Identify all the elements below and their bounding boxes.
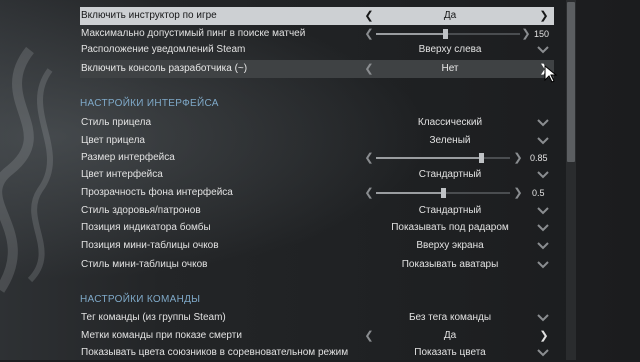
row-ally-colors[interactable]: Показывать цвета союзников в соревновате… xyxy=(80,344,554,362)
row-label: Стиль здоровья/патронов xyxy=(81,205,201,216)
scrollbar-thumb[interactable] xyxy=(567,2,575,162)
row-hud-scale[interactable]: Размер интерфейса ❮ ❯ 0.85 xyxy=(80,149,554,167)
chevron-down-icon[interactable] xyxy=(537,261,549,269)
row-value: Да xyxy=(443,10,457,21)
row-value: Классический xyxy=(417,117,483,128)
row-label: Показывать цвета союзников в соревновате… xyxy=(81,347,349,358)
row-label: Стиль мини-таблицы очков xyxy=(81,259,208,270)
row-label: Стиль прицела xyxy=(81,117,152,128)
row-value: Стандартный xyxy=(418,169,482,180)
chevron-left-icon[interactable]: ❮ xyxy=(363,149,375,167)
row-label: Тег команды (из группы Steam) xyxy=(81,312,226,323)
row-label: Расположение уведомлений Steam xyxy=(81,44,246,55)
slider-value: 0.85 xyxy=(530,153,548,163)
row-label: Прозрачность фона интерфейса xyxy=(81,187,233,198)
section-title-interface: НАСТРОЙКИ ИНТЕРФЕЙСА xyxy=(80,98,219,109)
row-value: Стандартный xyxy=(418,205,482,216)
chevron-left-icon[interactable]: ❮ xyxy=(363,327,375,345)
chevron-down-icon[interactable] xyxy=(537,224,549,232)
background-emblem-icon xyxy=(0,46,53,293)
row-value: Показывать под радаром xyxy=(391,222,509,233)
row-team-tag[interactable]: Тег команды (из группы Steam) Без тега к… xyxy=(80,309,554,327)
chevron-down-icon[interactable] xyxy=(537,349,549,357)
chevron-right-icon[interactable]: ❯ xyxy=(538,327,550,345)
chevron-down-icon[interactable] xyxy=(537,119,549,127)
row-label: Цвет интерфейса xyxy=(81,169,163,180)
chevron-left-icon[interactable]: ❮ xyxy=(363,7,375,25)
row-bomb-indicator[interactable]: Позиция индикатора бомбы Показывать под … xyxy=(80,219,554,237)
row-team-death-markers[interactable]: Метки команды при показе смерти ❮ Да ❯ xyxy=(80,327,554,345)
chevron-down-icon[interactable] xyxy=(537,207,549,215)
row-value: Вверху слева xyxy=(418,44,482,55)
row-value: Нет xyxy=(441,63,459,74)
row-value: Показывать аватары xyxy=(401,259,499,270)
section-title-team: НАСТРОЙКИ КОМАНДЫ xyxy=(80,294,201,305)
chevron-left-icon[interactable]: ❮ xyxy=(363,184,375,202)
row-mini-scoreboard-position[interactable]: Позиция мини-таблицы очков Вверху экрана xyxy=(80,237,554,255)
row-label: Размер интерфейса xyxy=(81,152,175,163)
hud-scale-slider[interactable] xyxy=(376,149,510,167)
row-label: Метки команды при показе смерти xyxy=(81,330,242,341)
chevron-down-icon[interactable] xyxy=(537,314,549,322)
settings-panel: Включить инструктор по игре ❮ Да ❯ Макси… xyxy=(80,0,554,360)
row-crosshair-style[interactable]: Стиль прицела Классический xyxy=(80,114,554,132)
row-game-instructor[interactable]: Включить инструктор по игре ❮ Да ❯ xyxy=(80,7,554,25)
chevron-down-icon[interactable] xyxy=(537,46,549,54)
row-label: Цвет прицела xyxy=(81,135,145,146)
row-label: Позиция мини-таблицы очков xyxy=(81,240,219,251)
chevron-down-icon[interactable] xyxy=(537,137,549,145)
slider-value: 0.5 xyxy=(532,188,545,198)
row-value: Показать цвета xyxy=(414,347,486,358)
row-label: Позиция индикатора бомбы xyxy=(81,222,211,233)
row-hud-background-alpha[interactable]: Прозрачность фона интерфейса ❮ ❯ 0.5 xyxy=(80,184,554,202)
slider-thumb[interactable] xyxy=(443,29,449,39)
slider-thumb[interactable] xyxy=(478,153,484,163)
row-label: Включить консоль разработчика (~) xyxy=(81,63,248,74)
row-value: Вверху экрана xyxy=(416,240,484,251)
scrollbar[interactable] xyxy=(566,0,576,360)
row-value: Зеленый xyxy=(429,135,471,146)
chevron-right-icon[interactable]: ❯ xyxy=(512,184,524,202)
row-mini-scoreboard-style[interactable]: Стиль мини-таблицы очков Показывать ават… xyxy=(80,256,554,274)
row-crosshair-color[interactable]: Цвет прицела Зеленый xyxy=(80,132,554,150)
hud-alpha-slider[interactable] xyxy=(376,184,510,202)
slider-thumb[interactable] xyxy=(441,188,446,198)
mouse-cursor-icon xyxy=(544,64,558,83)
row-label: Включить инструктор по игре xyxy=(81,10,217,21)
row-dev-console[interactable]: Включить консоль разработчика (~) ❮ Нет … xyxy=(80,60,554,78)
chevron-down-icon[interactable] xyxy=(537,242,549,250)
row-value: Да xyxy=(443,330,457,341)
row-hud-color[interactable]: Цвет интерфейса Стандартный xyxy=(80,166,554,184)
chevron-right-icon[interactable]: ❯ xyxy=(512,149,524,167)
row-steam-notifications[interactable]: Расположение уведомлений Steam Вверху сл… xyxy=(80,41,554,59)
row-health-ammo-style[interactable]: Стиль здоровья/патронов Стандартный xyxy=(80,202,554,220)
row-value: Без тега команды xyxy=(408,312,492,323)
chevron-right-icon[interactable]: ❯ xyxy=(538,7,550,25)
chevron-left-icon[interactable]: ❮ xyxy=(363,60,375,78)
chevron-down-icon[interactable] xyxy=(537,171,549,179)
